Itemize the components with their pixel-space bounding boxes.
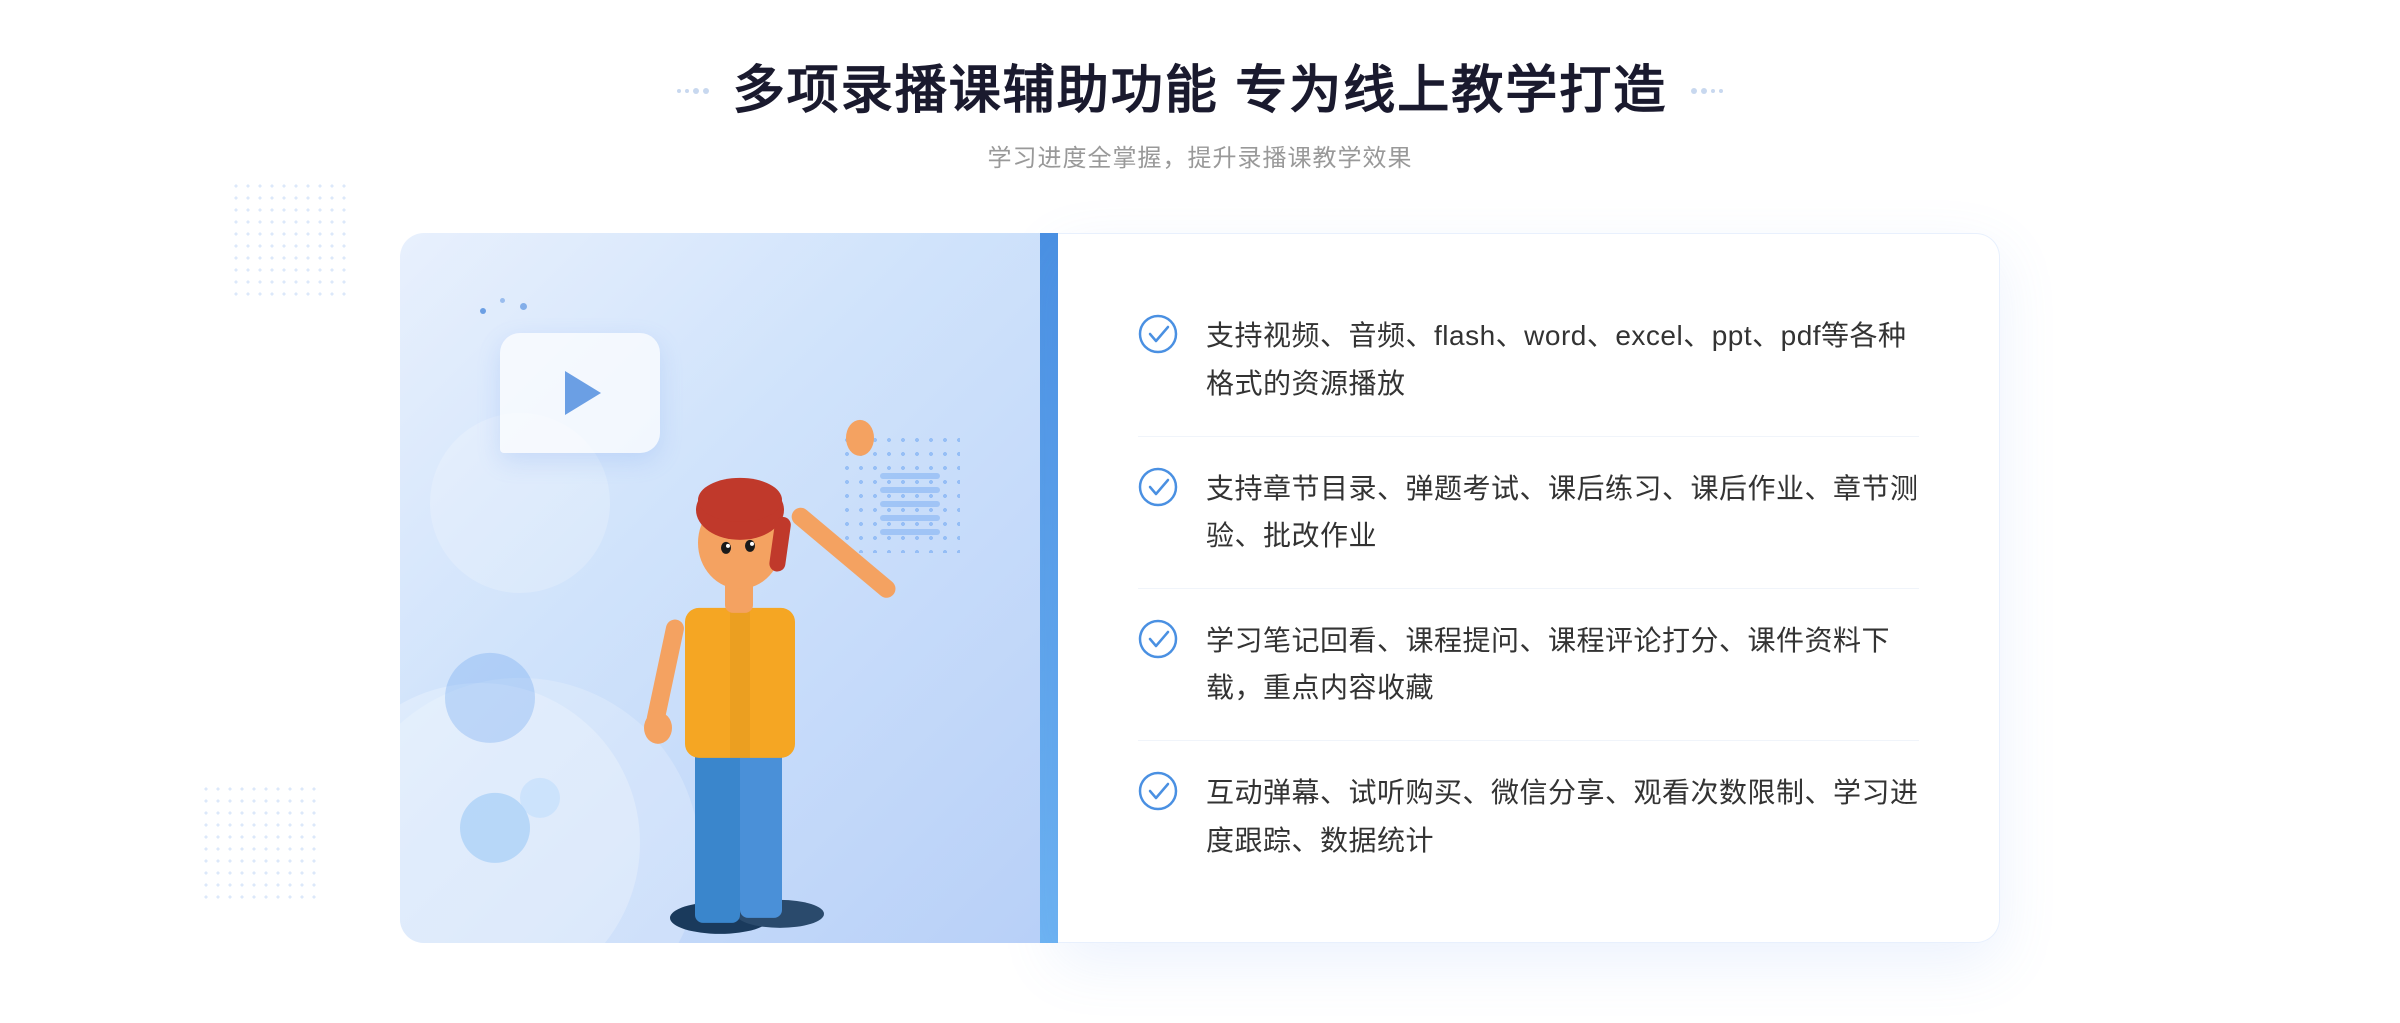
main-title: 多项录播课辅助功能 专为线上教学打造 bbox=[733, 60, 1667, 122]
feature-text-2: 支持章节目录、弹题考试、课后练习、课后作业、章节测验、批改作业 bbox=[1206, 465, 1919, 560]
check-icon-2 bbox=[1138, 467, 1178, 507]
feature-text-4: 互动弹幕、试听购买、微信分享、观看次数限制、学习进度跟踪、数据统计 bbox=[1206, 769, 1919, 864]
feature-item-3: 学习笔记回看、课程提问、课程评论打分、课件资料下载，重点内容收藏 bbox=[1138, 589, 1919, 741]
deco-dot bbox=[693, 88, 699, 94]
deco-dots-left bbox=[677, 88, 709, 94]
deco-dot bbox=[1691, 88, 1697, 94]
feature-item-2: 支持章节目录、弹题考试、课后练习、课后作业、章节测验、批改作业 bbox=[1138, 437, 1919, 589]
deco-dot bbox=[703, 88, 709, 94]
right-panel: 支持视频、音频、flash、word、excel、ppt、pdf等各种格式的资源… bbox=[1058, 233, 2000, 943]
deco-dot bbox=[685, 89, 689, 93]
blue-accent-bar bbox=[1040, 233, 1058, 943]
feature-item-4: 互动弹幕、试听购买、微信分享、观看次数限制、学习进度跟踪、数据统计 bbox=[1138, 741, 1919, 892]
check-icon-3 bbox=[1138, 619, 1178, 659]
feature-text-1: 支持视频、音频、flash、word、excel、ppt、pdf等各种格式的资源… bbox=[1206, 312, 1919, 407]
deco-dots-right bbox=[1691, 88, 1723, 94]
check-icon-1 bbox=[1138, 314, 1178, 354]
check-icon-4 bbox=[1138, 771, 1178, 811]
dots-decoration-bottom-left bbox=[200, 783, 320, 903]
header-section: 多项录播课辅助功能 专为线上教学打造 学习进度全掌握，提升录播课教学效果 bbox=[677, 60, 1723, 173]
header-decoration: 多项录播课辅助功能 专为线上教学打造 bbox=[677, 60, 1723, 122]
subtitle: 学习进度全掌握，提升录播课教学效果 bbox=[677, 138, 1723, 173]
dots-decoration-top-left bbox=[230, 180, 350, 300]
feature-item-1: 支持视频、音频、flash、word、excel、ppt、pdf等各种格式的资源… bbox=[1138, 284, 1919, 436]
deco-dot bbox=[1719, 89, 1723, 93]
page-wrapper: 多项录播课辅助功能 专为线上教学打造 学习进度全掌握，提升录播课教学效果 » bbox=[0, 0, 2400, 1023]
deco-dot bbox=[677, 89, 681, 93]
left-illustration bbox=[400, 233, 1040, 943]
content-area: » bbox=[400, 233, 2000, 943]
character-illustration bbox=[400, 233, 1040, 943]
feature-text-3: 学习笔记回看、课程提问、课程评论打分、课件资料下载，重点内容收藏 bbox=[1206, 617, 1919, 712]
deco-dot bbox=[1701, 88, 1707, 94]
deco-dot bbox=[1711, 89, 1715, 93]
